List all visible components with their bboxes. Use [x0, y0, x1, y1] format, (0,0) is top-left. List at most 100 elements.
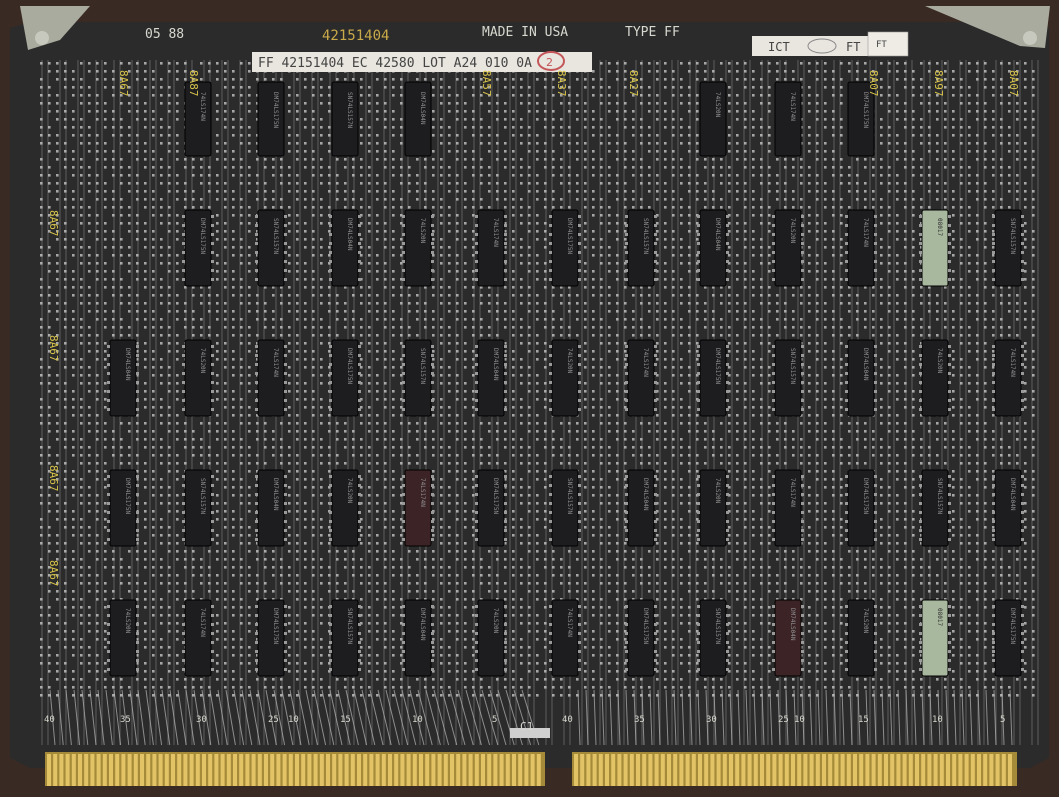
pad: [192, 198, 195, 201]
pad: [88, 214, 91, 217]
pad: [432, 198, 435, 201]
pad: [664, 382, 667, 385]
pad: [104, 390, 107, 393]
pad: [224, 78, 227, 81]
pad: [656, 334, 659, 337]
pad: [944, 126, 947, 129]
pad: [376, 422, 379, 425]
pad: [80, 334, 83, 337]
pad: [944, 166, 947, 169]
pad: [96, 422, 99, 425]
pad: [536, 230, 539, 233]
pad: [464, 126, 467, 129]
pad: [1008, 142, 1011, 145]
pad: [992, 166, 995, 169]
pad: [80, 326, 83, 329]
pad: [504, 118, 507, 121]
pad: [128, 182, 131, 185]
pad: [576, 78, 579, 81]
pad: [952, 270, 955, 273]
pad: [536, 334, 539, 337]
pad: [536, 374, 539, 377]
pad: [56, 94, 59, 97]
pad: [608, 414, 611, 417]
pad: [104, 358, 107, 361]
pad: [328, 246, 331, 249]
pad: [648, 310, 651, 313]
pad: [712, 326, 715, 329]
pad: [152, 214, 155, 217]
pad: [672, 174, 675, 177]
pad: [960, 214, 963, 217]
pad: [232, 78, 235, 81]
pad: [592, 126, 595, 129]
pad: [744, 246, 747, 249]
pad: [1024, 222, 1027, 225]
pad: [296, 390, 299, 393]
pad: [744, 70, 747, 73]
pad: [376, 382, 379, 385]
pad: [864, 430, 867, 433]
pad: [232, 366, 235, 369]
pad: [1008, 174, 1011, 177]
pad: [544, 366, 547, 369]
pad: [392, 406, 395, 409]
pad: [424, 78, 427, 81]
pad: [640, 174, 643, 177]
pad: [448, 110, 451, 113]
pad: [376, 318, 379, 321]
pad: [48, 414, 51, 417]
pad: [352, 294, 355, 297]
pad: [288, 342, 291, 345]
pad: [544, 86, 547, 89]
pad: [728, 342, 731, 345]
pad: [824, 246, 827, 249]
pad: [96, 382, 99, 385]
pad: [64, 62, 67, 65]
pad: [368, 174, 371, 177]
pad: [512, 238, 515, 241]
pad: [616, 350, 619, 353]
pad: [840, 342, 843, 345]
pad: [392, 350, 395, 353]
pad: [176, 422, 179, 425]
pad: [680, 174, 683, 177]
pad: [544, 398, 547, 401]
pad: [144, 206, 147, 209]
pad: [912, 374, 915, 377]
pad: [896, 334, 899, 337]
pad: [536, 150, 539, 153]
pad: [536, 414, 539, 417]
pad: [608, 102, 611, 105]
pad: [48, 166, 51, 169]
pad: [592, 214, 595, 217]
pad: [104, 350, 107, 353]
pad: [760, 86, 763, 89]
pad: [264, 326, 267, 329]
pad: [184, 198, 187, 201]
pad: [480, 302, 483, 305]
pad: [592, 286, 595, 289]
pad: [496, 430, 499, 433]
pad: [776, 334, 779, 337]
pad: [216, 270, 219, 273]
pad: [512, 174, 515, 177]
pad: [1032, 430, 1035, 433]
pad: [544, 430, 547, 433]
pad: [152, 86, 155, 89]
pad: [768, 286, 771, 289]
pad: [672, 214, 675, 217]
pad: [608, 206, 611, 209]
pad: [1024, 126, 1027, 129]
pad: [840, 182, 843, 185]
pad: [584, 406, 587, 409]
pad: [144, 430, 147, 433]
pad: [464, 286, 467, 289]
pad: [992, 198, 995, 201]
pad: [368, 342, 371, 345]
pad: [856, 174, 859, 177]
pad: [240, 286, 243, 289]
pad: [608, 174, 611, 177]
pad: [448, 126, 451, 129]
pad: [592, 150, 595, 153]
